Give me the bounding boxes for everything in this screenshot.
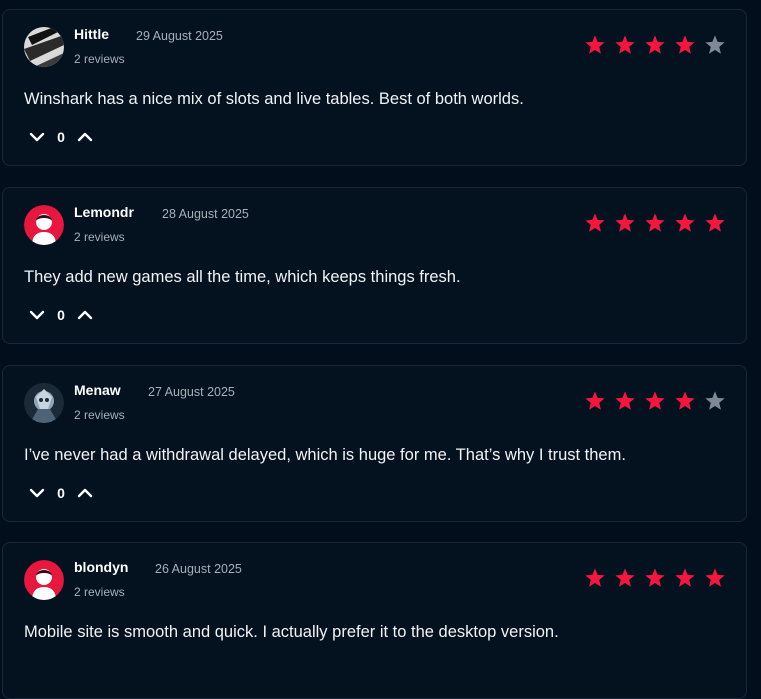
star-filled-icon	[645, 568, 665, 587]
downvote-chevron-down-icon[interactable]	[27, 305, 47, 325]
star-rating	[584, 212, 726, 234]
review-text: I’ve never had a withdrawal delayed, whi…	[24, 446, 626, 464]
upvote-chevron-up-icon[interactable]	[75, 305, 95, 325]
author-name[interactable]: blondyn	[74, 559, 128, 575]
star-filled-icon	[615, 35, 635, 54]
review-date: 27 August 2025	[148, 385, 235, 399]
author-review-count: 2 reviews	[74, 230, 125, 244]
review-card: Lemondr 28 August 2025 2 reviews They ad…	[2, 187, 747, 344]
author-name[interactable]: Lemondr	[74, 204, 134, 220]
user-avatar[interactable]	[24, 27, 64, 67]
star-filled-icon	[675, 568, 695, 587]
star-filled-icon	[585, 568, 605, 587]
review-text: Winshark has a nice mix of slots and liv…	[24, 90, 524, 108]
upvote-chevron-up-icon[interactable]	[75, 127, 95, 147]
author-review-count: 2 reviews	[74, 585, 125, 599]
star-filled-icon	[645, 213, 665, 232]
review-card: Menaw 27 August 2025 2 reviews I’ve neve…	[2, 365, 747, 522]
review-date: 28 August 2025	[162, 207, 249, 221]
review-text: They add new games all the time, which k…	[24, 268, 461, 286]
default-user-avatar[interactable]	[24, 205, 64, 245]
vote-controls: 0	[27, 305, 95, 325]
star-filled-icon	[645, 391, 665, 410]
star-empty-icon	[705, 35, 725, 54]
star-filled-icon	[705, 568, 725, 587]
review-text: Mobile site is smooth and quick. I actua…	[24, 623, 559, 641]
author-name[interactable]: Menaw	[74, 382, 121, 398]
star-filled-icon	[645, 35, 665, 54]
upvote-chevron-up-icon[interactable]	[75, 483, 95, 503]
star-filled-icon	[675, 213, 695, 232]
downvote-chevron-down-icon[interactable]	[27, 483, 47, 503]
vote-controls: 0	[27, 127, 95, 147]
star-filled-icon	[615, 391, 635, 410]
vote-count: 0	[57, 485, 65, 501]
star-filled-icon	[675, 35, 695, 54]
author-review-count: 2 reviews	[74, 52, 125, 66]
review-date: 29 August 2025	[136, 29, 223, 43]
review-card: Hittle 29 August 2025 2 reviews Winshark…	[2, 9, 747, 166]
star-filled-icon	[585, 35, 605, 54]
star-filled-icon	[585, 391, 605, 410]
vote-controls: 0	[27, 483, 95, 503]
review-date: 26 August 2025	[155, 562, 242, 576]
user-avatar[interactable]	[24, 383, 64, 423]
author-review-count: 2 reviews	[74, 408, 125, 422]
star-empty-icon	[705, 391, 725, 410]
star-rating	[584, 390, 726, 412]
downvote-chevron-down-icon[interactable]	[27, 127, 47, 147]
star-filled-icon	[675, 391, 695, 410]
star-filled-icon	[705, 213, 725, 232]
default-user-avatar[interactable]	[24, 560, 64, 600]
star-filled-icon	[615, 568, 635, 587]
star-filled-icon	[585, 213, 605, 232]
vote-count: 0	[57, 129, 65, 145]
star-filled-icon	[615, 213, 635, 232]
star-rating	[584, 34, 726, 56]
vote-count: 0	[57, 307, 65, 323]
author-name[interactable]: Hittle	[74, 26, 109, 42]
star-rating	[584, 567, 726, 589]
review-card: blondyn 26 August 2025 2 reviews Mobile …	[2, 542, 747, 699]
